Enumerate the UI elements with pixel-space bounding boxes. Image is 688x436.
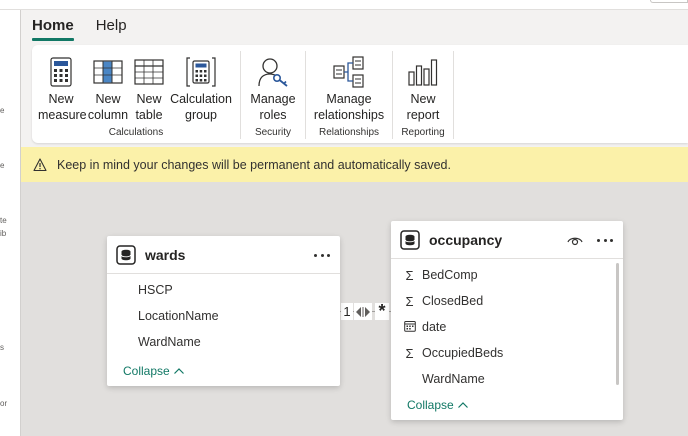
collapse-label: Collapse: [123, 364, 170, 378]
field-row[interactable]: Σ OccupiedBeds: [391, 340, 623, 366]
left-pane-fragment: s: [0, 343, 4, 352]
new-column-icon: [91, 55, 125, 89]
table-header[interactable]: wards: [107, 236, 340, 274]
relationships-group: Manage relationships Relationships: [306, 49, 392, 141]
table-icon: [400, 229, 420, 250]
left-pane-fragment: e: [0, 161, 5, 170]
manage-roles-button[interactable]: Manage roles: [245, 51, 301, 123]
field-row[interactable]: date: [391, 314, 623, 340]
ribbon: Home Help New measure New column New tab…: [21, 10, 688, 147]
left-pane-fragment: e: [0, 106, 5, 115]
field-row[interactable]: WardName: [107, 329, 340, 355]
table-header[interactable]: occupancy: [391, 221, 623, 259]
manage-relationships-label: Manage relationships: [313, 92, 385, 122]
table-icon: [116, 244, 136, 265]
warning-icon: [33, 157, 47, 171]
field-name: WardName: [422, 372, 485, 386]
new-report-button[interactable]: New report: [399, 51, 447, 123]
calculations-group: New measure New column New table Calcula…: [32, 49, 240, 141]
new-report-label: New report: [406, 92, 440, 122]
calculation-group-button[interactable]: Calculation group: [169, 51, 233, 123]
field-name: WardName: [138, 335, 201, 349]
warning-text: Keep in mind your changes will be perman…: [57, 157, 451, 172]
more-options-icon[interactable]: [597, 233, 613, 247]
field-row[interactable]: HSCP: [107, 277, 340, 303]
sigma-icon: Σ: [405, 293, 414, 309]
calculation-group-icon: [184, 55, 218, 89]
new-column-label: New column: [87, 92, 129, 122]
manage-relationships-icon: [332, 55, 366, 89]
left-pane: e e te ib s or: [0, 10, 21, 436]
new-measure-label: New measure: [38, 92, 87, 122]
window-control-remnant: [650, 0, 688, 3]
left-pane-fragment: te: [0, 216, 7, 225]
table-name: wards: [145, 246, 186, 263]
calculations-group-label: Calculations: [108, 127, 164, 138]
model-canvas[interactable]: 1 * wards HSCP LocationName WardName Col…: [21, 182, 688, 436]
new-measure-button[interactable]: New measure: [38, 51, 87, 123]
ribbon-tabs: Home Help: [32, 16, 127, 42]
relationships-group-label: Relationships: [318, 127, 380, 138]
field-row[interactable]: LocationName: [107, 303, 340, 329]
warning-banner: Keep in mind your changes will be perman…: [21, 147, 688, 182]
relationship-one-side[interactable]: 1: [341, 303, 353, 320]
reporting-group: New report Reporting: [393, 49, 453, 141]
sigma-icon: Σ: [405, 345, 414, 361]
manage-roles-icon: [256, 55, 290, 89]
collapse-link[interactable]: Collapse: [123, 364, 185, 378]
sigma-icon: Σ: [405, 267, 414, 283]
new-table-icon: [132, 55, 166, 89]
field-row[interactable]: WardName: [391, 366, 623, 392]
field-name: date: [422, 320, 447, 334]
field-row[interactable]: Σ BedComp: [391, 262, 623, 288]
chevron-up-icon: [173, 368, 184, 374]
relationship-many-side[interactable]: *: [375, 301, 389, 321]
ribbon-separator: [453, 51, 454, 139]
bar-chart-icon: [406, 55, 440, 89]
chevron-up-icon: [457, 402, 468, 408]
tab-help[interactable]: Help: [96, 16, 127, 42]
collapse-link[interactable]: Collapse: [407, 398, 469, 412]
left-pane-fragment: ib: [0, 229, 7, 238]
new-table-label: New table: [135, 92, 163, 122]
collapse-label: Collapse: [407, 398, 454, 412]
table-card-wards[interactable]: wards HSCP LocationName WardName Collaps…: [107, 236, 340, 386]
eye-icon[interactable]: [567, 233, 583, 247]
ribbon-body: New measure New column New table Calcula…: [32, 45, 688, 143]
new-column-button[interactable]: New column: [87, 51, 129, 123]
manage-relationships-button[interactable]: Manage relationships: [310, 51, 388, 123]
field-name: BedComp: [422, 268, 478, 282]
calculation-group-label: Calculation group: [170, 92, 232, 122]
calculator-icon: [44, 55, 78, 89]
table-name: occupancy: [429, 231, 503, 248]
manage-roles-label: Manage roles: [250, 92, 296, 122]
field-name: HSCP: [138, 283, 173, 297]
reporting-group-label: Reporting: [401, 127, 445, 138]
new-table-button[interactable]: New table: [131, 51, 167, 123]
table-card-occupancy[interactable]: occupancy Σ BedComp Σ ClosedBed date Σ O…: [391, 221, 623, 420]
tab-home[interactable]: Home: [32, 16, 74, 42]
field-name: ClosedBed: [422, 294, 484, 308]
field-row[interactable]: Σ ClosedBed: [391, 288, 623, 314]
title-bar-remnant: [0, 0, 688, 10]
field-name: OccupiedBeds: [422, 346, 504, 360]
more-options-icon[interactable]: [314, 248, 330, 262]
calendar-icon: [403, 320, 416, 334]
left-pane-fragment: or: [0, 399, 8, 408]
field-name: LocationName: [138, 309, 219, 323]
security-group: Manage roles Security: [241, 49, 305, 141]
security-group-label: Security: [254, 127, 292, 138]
bidirectional-filter-icon[interactable]: [354, 303, 372, 320]
